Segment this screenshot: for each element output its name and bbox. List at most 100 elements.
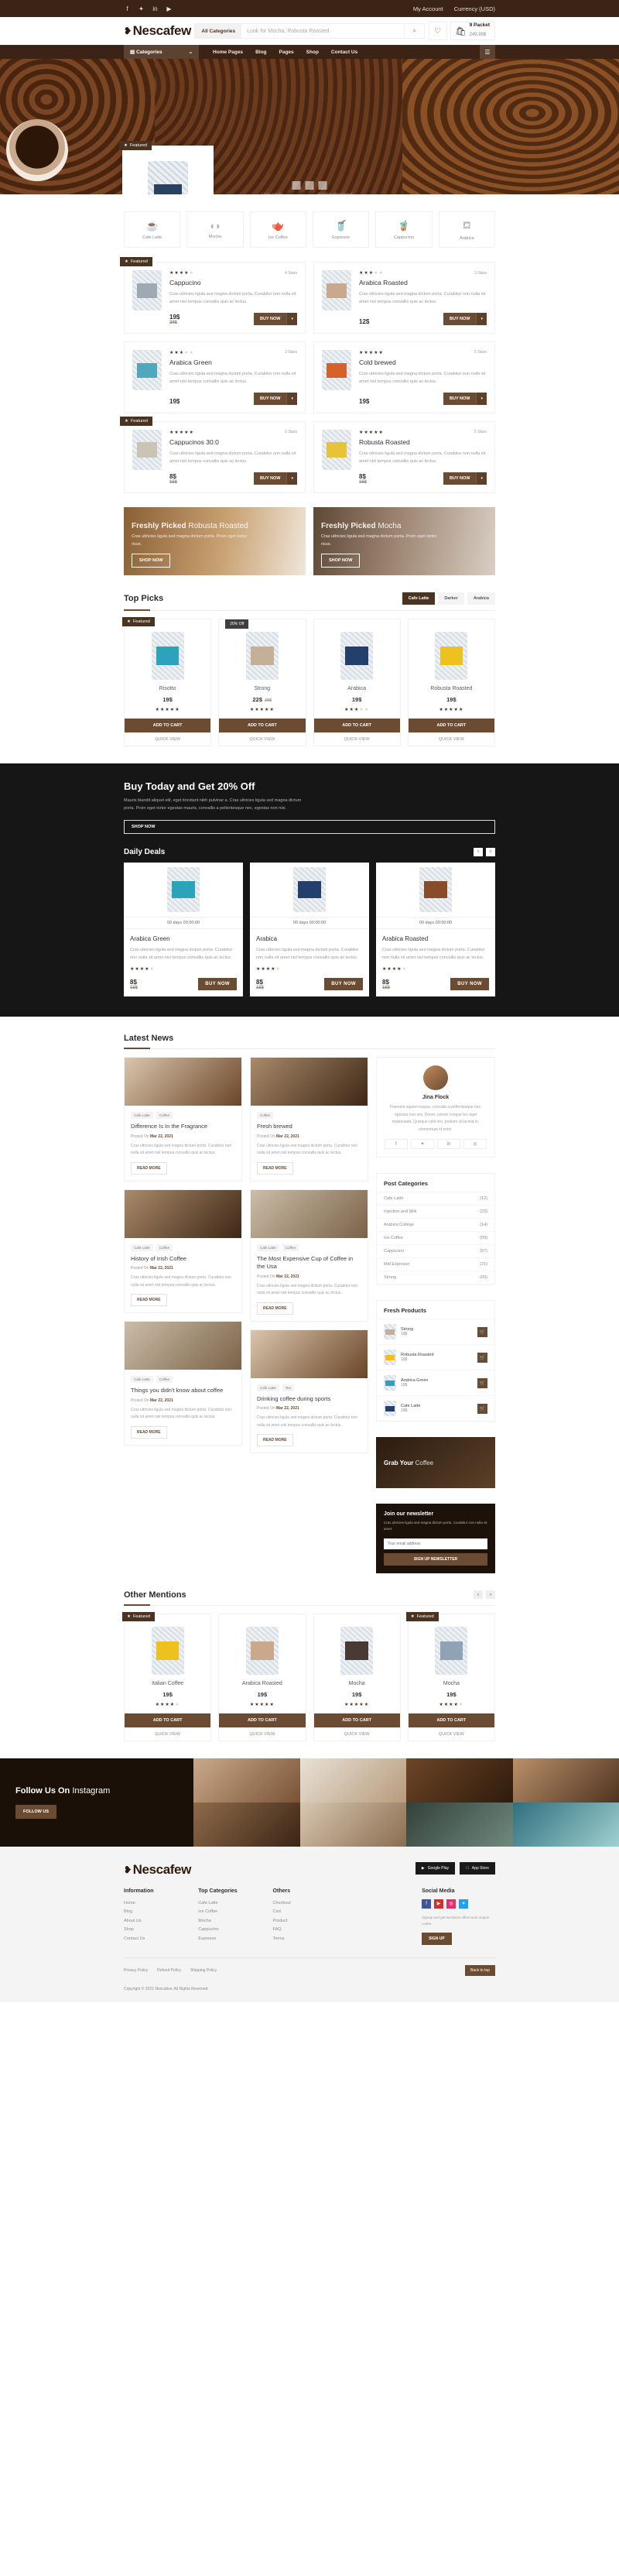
instagram-icon[interactable]: ◎	[463, 1139, 487, 1150]
add-to-cart-button[interactable]: ADD TO CART	[313, 1713, 400, 1727]
add-to-cart-button[interactable]: ADD TO CART	[219, 1713, 306, 1727]
news-card[interactable]: Cafe Latte Coffee Things you didn't know …	[124, 1321, 242, 1446]
chevron-down-icon[interactable]: ▾	[476, 312, 487, 325]
chevron-down-icon[interactable]: ▾	[286, 472, 297, 485]
footer-link[interactable]: FAQ	[273, 1926, 340, 1935]
nav-item-blog[interactable]: Blog	[255, 50, 266, 55]
instagram-photo[interactable]	[512, 1802, 619, 1847]
youtube-icon[interactable]: ▶	[166, 5, 173, 12]
shipping-policy-link[interactable]: Shipping Policy	[190, 1968, 217, 1973]
news-card[interactable]: Cafe Latte Coffee History of Irish Coffee…	[124, 1189, 242, 1314]
category-card-cappucino[interactable]: 🧋 Cappucino	[375, 211, 433, 248]
footer-link[interactable]: Product	[273, 1917, 340, 1926]
buy-now-button[interactable]: BUY NOW ▾	[443, 392, 487, 405]
buy-now-button[interactable]: BUY NOW ▾	[254, 392, 297, 405]
chevron-left-icon[interactable]: ‹	[474, 1590, 483, 1600]
product-card[interactable]: Arabica Roasted 19$ ★★★★★ ADD TO CART QU…	[218, 1613, 306, 1741]
nav-item-contact-us[interactable]: Contact Us	[331, 50, 357, 55]
instagram-photo[interactable]	[406, 1758, 513, 1803]
post-category-item[interactable]: Mid Espresso (21)	[377, 1257, 494, 1271]
instagram-photo[interactable]	[512, 1758, 619, 1803]
promo-shop-now-button[interactable]: SHOP NOW	[124, 819, 495, 834]
twitter-icon[interactable]: ✦	[459, 1899, 469, 1909]
google-play-button[interactable]: ▶ Google Play	[415, 1861, 455, 1875]
fresh-product-item[interactable]: Cafe Latte 19$ 🛒	[377, 1395, 494, 1421]
add-to-cart-button[interactable]: ADD TO CART	[408, 1713, 494, 1727]
banner-shop-now-button[interactable]: SHOP NOW	[132, 553, 171, 568]
product-card[interactable]: ★ Featured Risotto 19$ ★★★★★ ADD TO CART …	[122, 616, 212, 746]
banner-shop-now-button[interactable]: SHOP NOW	[321, 553, 361, 568]
add-to-cart-icon[interactable]: 🛒	[477, 1352, 487, 1363]
instagram-photo[interactable]	[193, 1802, 300, 1847]
read-more-button[interactable]: READ MORE	[257, 1161, 293, 1175]
tab-arabica[interactable]: Arabica	[467, 592, 495, 605]
nav-categories-button[interactable]: ▤ Categories ⌄	[124, 45, 200, 59]
chevron-left-icon[interactable]: ‹	[474, 847, 483, 856]
instagram-photo[interactable]	[299, 1802, 406, 1847]
footer-link[interactable]: Checkout	[273, 1899, 340, 1909]
quick-view-button[interactable]: QUICK VIEW	[219, 1727, 306, 1741]
follow-us-button[interactable]: FOLLOW US	[15, 1805, 56, 1820]
privacy-policy-link[interactable]: Privacy Policy	[124, 1968, 148, 1973]
read-more-button[interactable]: READ MORE	[131, 1294, 167, 1307]
news-card[interactable]: Coffee Fresh brewed Posted On Mar 22, 20…	[250, 1057, 368, 1182]
post-category-item[interactable]: Cafe Latte (12)	[377, 1192, 494, 1205]
read-more-button[interactable]: READ MORE	[257, 1434, 293, 1447]
post-category-item[interactable]: Cappucino (07)	[377, 1244, 494, 1257]
footer-link[interactable]: About Us	[124, 1917, 190, 1926]
instagram-icon[interactable]: ◎	[446, 1899, 457, 1909]
post-category-item[interactable]: Strong (05)	[377, 1271, 494, 1284]
product-card[interactable]: 20% Off Strong 22$ 29$ ★★★★★ ADD TO CART …	[218, 618, 306, 746]
add-to-cart-button[interactable]: ADD TO CART	[219, 718, 306, 732]
product-card[interactable]: ★ Featured Italian Coffee 19$ ★★★★★ ADD T…	[122, 1611, 212, 1741]
product-card[interactable]: Robusta Roasted 19$ ★★★★★ ADD TO CART QU…	[407, 618, 495, 746]
add-to-cart-button[interactable]: ADD TO CART	[313, 718, 400, 732]
chevron-down-icon[interactable]: ▾	[286, 392, 297, 405]
news-tag[interactable]: Cafe Latte	[131, 1112, 153, 1120]
read-more-button[interactable]: READ MORE	[131, 1425, 167, 1439]
newsletter-signup-button[interactable]: SIGN UP NEWSLETTER	[384, 1552, 487, 1566]
back-to-top-button[interactable]: Back to top	[464, 1964, 495, 1976]
instagram-photo[interactable]	[193, 1758, 300, 1803]
footer-link[interactable]: Cart	[273, 1908, 340, 1917]
search-icon[interactable]: ⌕	[404, 24, 424, 38]
buy-now-button[interactable]: BUY NOW ▾	[443, 312, 487, 325]
twitter-icon[interactable]: ✦	[138, 5, 145, 12]
grab-coffee-cta[interactable]: Grab Your Coffee	[376, 1437, 495, 1489]
nav-item-shop[interactable]: Shop	[306, 50, 319, 55]
footer-link[interactable]: Cafe Latte	[198, 1899, 265, 1909]
refund-policy-link[interactable]: Refund Policy	[157, 1968, 181, 1973]
news-tag[interactable]: Cafe Latte	[131, 1376, 153, 1384]
footer-logo[interactable]: ❥ Nescafew	[124, 1862, 191, 1878]
news-tag[interactable]: Tea	[282, 1384, 295, 1391]
buy-now-button[interactable]: BUY NOW ▾	[254, 472, 297, 485]
fresh-product-item[interactable]: Robusta Roasted 19$ 🛒	[377, 1344, 494, 1370]
news-card[interactable]: Cafe Latte Coffee The Most Expensive Cup …	[250, 1189, 368, 1322]
footer-link[interactable]: Contact Us	[124, 1935, 190, 1944]
product-card[interactable]: ★ Featured ★★★★★ 5 Stars Cappucinos 30:0 C…	[120, 416, 306, 493]
footer-link[interactable]: Espresso	[198, 1935, 265, 1944]
app-store-button[interactable]: App Store	[460, 1861, 495, 1875]
news-card[interactable]: Cafe Latte Coffee Difference Is In the Fr…	[124, 1057, 242, 1182]
add-to-cart-icon[interactable]: 🛒	[477, 1377, 487, 1388]
news-tag[interactable]: Cafe Latte	[257, 1243, 279, 1251]
instagram-photo[interactable]	[299, 1758, 406, 1803]
menu-icon[interactable]: ☰	[480, 45, 495, 59]
news-tag[interactable]: Coffee	[156, 1376, 173, 1384]
twitter-icon[interactable]: ✦	[411, 1139, 434, 1150]
buy-now-button[interactable]: BUY NOW ▾	[254, 312, 297, 325]
fresh-product-item[interactable]: Arabica Green 19$ 🛒	[377, 1370, 494, 1395]
newsletter-email-input[interactable]	[384, 1538, 487, 1549]
deal-card[interactable]: 00 days 00:00:00 Arabica Cras ultricies …	[250, 862, 369, 997]
quick-view-button[interactable]: QUICK VIEW	[219, 732, 306, 746]
product-card[interactable]: ★★★★★ 3 Stars Arabica Roasted Cras ultric…	[313, 262, 495, 334]
product-card[interactable]: ★ Featured ★★★★★ 4 Stars Cappucino Cras ul…	[120, 257, 306, 334]
quick-view-button[interactable]: QUICK VIEW	[313, 732, 400, 746]
footer-link[interactable]: Ice Coffee	[198, 1908, 265, 1917]
news-tag[interactable]: Cafe Latte	[131, 1243, 153, 1251]
footer-signup-button[interactable]: SIGN UP	[422, 1932, 452, 1945]
category-dropdown[interactable]: All Categories	[195, 24, 242, 38]
chevron-right-icon[interactable]: ›	[486, 847, 495, 856]
category-card-cafe-latte[interactable]: ☕ Cafe Latte	[124, 211, 181, 248]
chevron-right-icon[interactable]: ›	[486, 1590, 495, 1600]
